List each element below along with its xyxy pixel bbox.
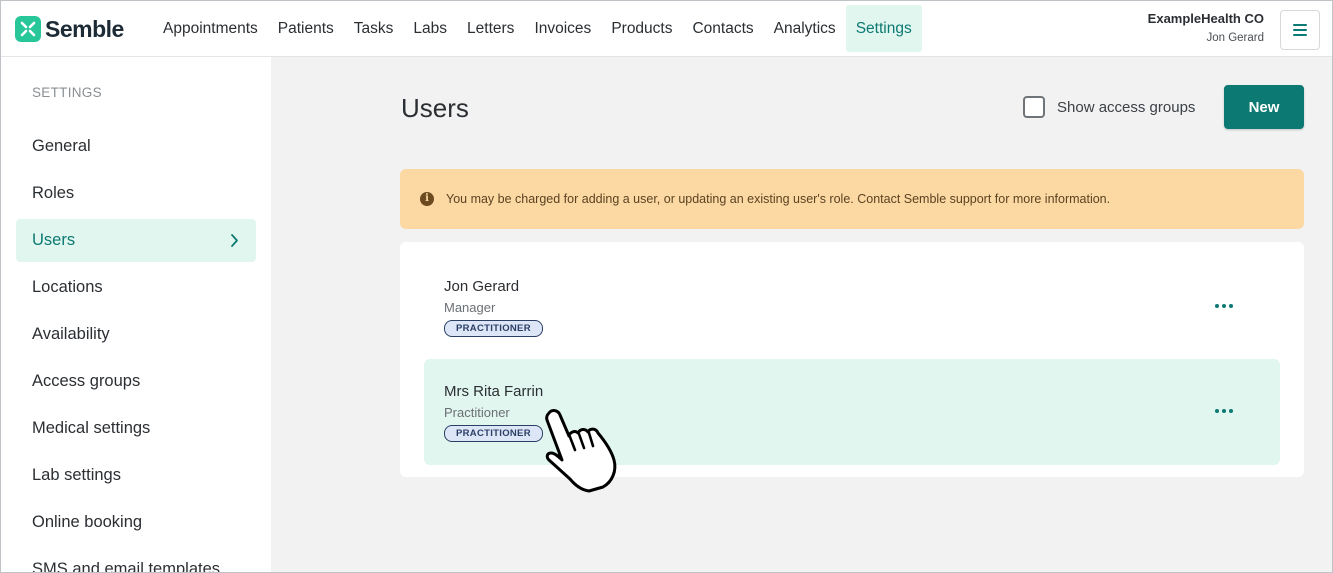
info-icon: i (420, 192, 434, 206)
user-role: Manager (444, 300, 496, 315)
user-badge: PRACTITIONER (444, 425, 543, 442)
sidebar-item-availability[interactable]: Availability (16, 313, 256, 356)
nav-settings[interactable]: Settings (845, 5, 922, 52)
nav-labs[interactable]: Labs (403, 5, 457, 52)
sidebar-item-locations[interactable]: Locations (16, 266, 256, 309)
hand-pointer-cursor-icon (537, 405, 621, 493)
sidebar-item-medical-settings[interactable]: Medical settings (16, 407, 256, 450)
sidebar-item-sms-email-templates[interactable]: SMS and email templates (16, 548, 256, 572)
sidebar-item-online-booking[interactable]: Online booking (16, 501, 256, 544)
nav-appointments[interactable]: Appointments (153, 5, 268, 52)
more-options-icon[interactable] (1206, 292, 1242, 320)
nav-patients[interactable]: Patients (268, 5, 344, 52)
sidebar-item-lab-settings[interactable]: Lab settings (16, 454, 256, 497)
show-access-groups-toggle[interactable]: Show access groups (1023, 96, 1195, 118)
hamburger-menu-icon (1293, 24, 1307, 36)
nav-tasks[interactable]: Tasks (344, 5, 404, 52)
sidebar-item-users[interactable]: Users (16, 219, 256, 262)
new-user-button[interactable]: New (1224, 85, 1304, 129)
brand-logo[interactable]: Semble (15, 16, 124, 42)
settings-sidebar: SETTINGS General Roles Users Locations A… (1, 57, 271, 572)
semble-logo-icon (15, 16, 41, 42)
sidebar-item-general[interactable]: General (16, 125, 256, 168)
billing-notice-text: You may be charged for adding a user, or… (446, 192, 1111, 206)
user-badge: PRACTITIONER (444, 320, 543, 337)
nav-invoices[interactable]: Invoices (524, 5, 601, 52)
sidebar-item-roles[interactable]: Roles (16, 172, 256, 215)
more-options-icon[interactable] (1206, 397, 1242, 425)
user-name: Mrs Rita Farrin (444, 383, 544, 400)
billing-notice: i You may be charged for adding a user, … (400, 169, 1304, 229)
sidebar-item-access-groups[interactable]: Access groups (16, 360, 256, 403)
sidebar-item-label: Users (32, 231, 76, 249)
main-menu-button[interactable] (1280, 10, 1320, 50)
settings-nav-list: General Roles Users Locations Availabili… (16, 125, 256, 572)
account-info[interactable]: ExampleHealth CO Jon Gerard (1148, 11, 1264, 44)
user-name: Jon Gerard (444, 278, 520, 295)
nav-letters[interactable]: Letters (457, 5, 524, 52)
nav-products[interactable]: Products (601, 5, 682, 52)
user-role: Practitioner (444, 405, 510, 420)
current-user-name: Jon Gerard (1206, 32, 1264, 44)
brand-name: Semble (45, 15, 124, 42)
nav-contacts[interactable]: Contacts (682, 5, 763, 52)
page-title: Users (401, 93, 469, 123)
nav-analytics[interactable]: Analytics (764, 5, 846, 52)
show-access-groups-label: Show access groups (1057, 98, 1196, 116)
users-list: Jon Gerard Manager PRACTITIONER Mrs Rita… (400, 242, 1304, 477)
org-name: ExampleHealth CO (1147, 11, 1264, 26)
show-access-groups-checkbox[interactable] (1023, 96, 1045, 118)
user-row[interactable]: Jon Gerard Manager PRACTITIONER (424, 254, 1280, 360)
top-bar: Semble Appointments Patients Tasks Labs … (1, 1, 1332, 57)
main-nav: Appointments Patients Tasks Labs Letters… (153, 5, 922, 52)
app-window: Semble Appointments Patients Tasks Labs … (0, 0, 1333, 573)
sidebar-heading: SETTINGS (32, 85, 102, 100)
